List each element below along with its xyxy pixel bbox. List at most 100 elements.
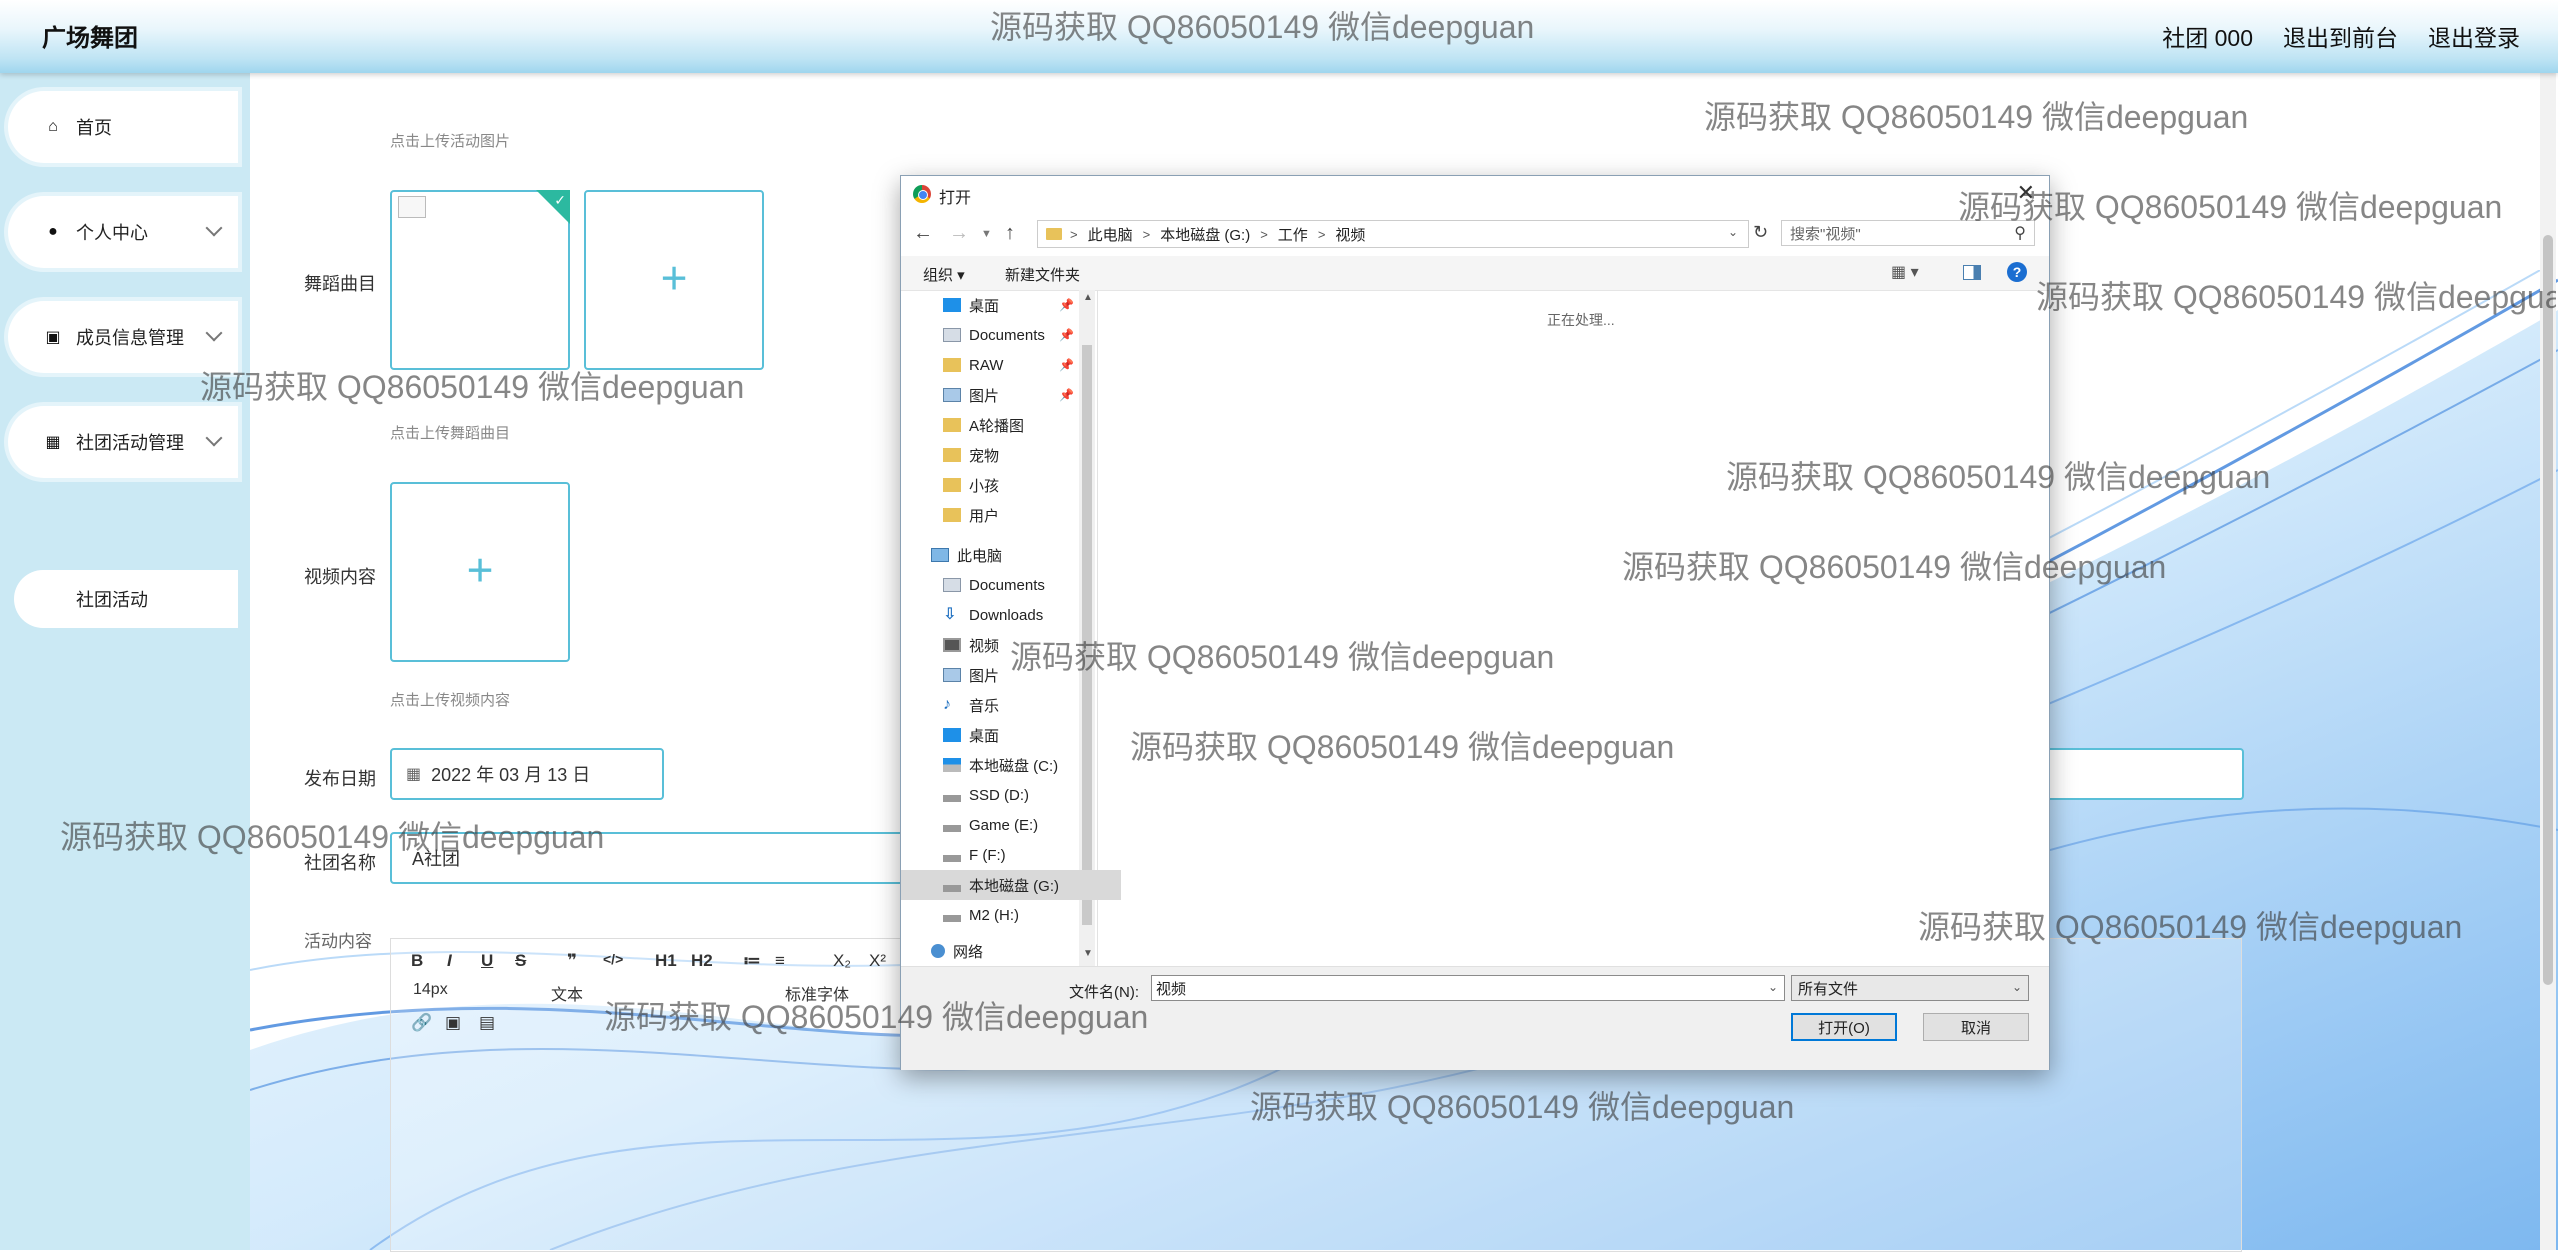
search-icon: ⚲ xyxy=(2014,225,2026,242)
dance-upload-add[interactable]: + xyxy=(584,190,764,370)
back-arrow-icon[interactable]: ← xyxy=(913,222,933,245)
dialog-title: 打开 xyxy=(939,190,972,207)
tree-item-drive-c[interactable]: 本地磁盘 (C:) xyxy=(901,750,1121,780)
filename-input[interactable]: 视频 ⌄ xyxy=(1151,975,1785,1001)
tree-item-carousel[interactable]: A轮播图 xyxy=(901,410,1121,440)
breadcrumb-segment[interactable]: 本地磁盘 (G:) xyxy=(1160,224,1250,245)
tree-item-this-pc[interactable]: 此电脑 xyxy=(901,540,1109,570)
refresh-icon[interactable]: ↻ xyxy=(1753,222,1768,243)
right-input[interactable] xyxy=(2040,748,2244,800)
folder-icon xyxy=(943,358,961,372)
tree-item-network[interactable]: 网络 xyxy=(901,936,1109,966)
code-button[interactable]: </> xyxy=(603,951,623,967)
link-icon[interactable]: 🔗 xyxy=(411,1013,432,1033)
dialog-titlebar: 打开 ✕ xyxy=(901,176,2049,212)
computer-icon xyxy=(931,548,949,562)
superscript-button[interactable]: X² xyxy=(869,951,886,971)
quote-button[interactable]: ❞ xyxy=(567,951,577,971)
tree-item-documents[interactable]: Documents 📌 xyxy=(901,320,1121,350)
open-button[interactable]: 打开(O) xyxy=(1791,1013,1897,1041)
folder-search-input[interactable]: 搜索"视频" ⚲ xyxy=(1781,220,2035,246)
font-family-select[interactable]: 标准字体 xyxy=(785,981,849,1005)
navigation-pane: ▲ ▼ 桌面 📌 Documents 📌 RAW 📌 图片 📌 A轮播图 宠物 小孩 用… xyxy=(901,290,1121,966)
cancel-button[interactable]: 取消 xyxy=(1923,1013,2029,1041)
breadcrumb-segment[interactable]: 工作 xyxy=(1278,224,1308,245)
h2-button[interactable]: H2 xyxy=(691,951,713,971)
close-icon[interactable]: ✕ xyxy=(2017,180,2035,206)
brand-title: 广场舞团 xyxy=(42,25,138,52)
forward-arrow-icon[interactable]: → xyxy=(949,222,969,245)
view-options-icon[interactable]: ▦ ▾ xyxy=(1891,262,1919,282)
up-arrow-icon[interactable]: ↑ xyxy=(1005,222,1015,245)
sidebar-item-members[interactable]: ▣ 成员信息管理 xyxy=(8,301,238,373)
breadcrumb-segment[interactable]: 视频 xyxy=(1335,224,1365,245)
bold-button[interactable]: B xyxy=(411,951,423,971)
tree-item-drive-f[interactable]: F (F:) xyxy=(901,840,1121,870)
ordered-list-button[interactable]: ≔ xyxy=(743,951,761,971)
underline-button[interactable]: U xyxy=(481,951,493,971)
header-logout-link[interactable]: 退出登录 xyxy=(2428,19,2520,53)
new-folder-button[interactable]: 新建文件夹 xyxy=(1005,264,1080,285)
bullet-list-button[interactable]: ≡ xyxy=(775,951,785,971)
tree-item-videos[interactable]: 视频 xyxy=(901,630,1121,660)
tree-item-drive-d[interactable]: SSD (D:) xyxy=(901,780,1121,810)
check-icon: ✓ xyxy=(554,192,566,208)
header-front-link[interactable]: 退出到前台 xyxy=(2283,19,2398,53)
tree-item-drive-h[interactable]: M2 (H:) xyxy=(901,900,1121,930)
tree-item-kids[interactable]: 小孩 xyxy=(901,470,1121,500)
date-input[interactable]: ▦ 2022 年 03 月 13 日 xyxy=(390,748,664,800)
club-name-input[interactable]: A社团 xyxy=(390,832,910,884)
activity-image-hint: 点击上传活动图片 xyxy=(390,133,511,150)
subscript-button[interactable]: X₂ xyxy=(833,951,851,971)
file-type-select[interactable]: 所有文件 ⌄ xyxy=(1791,975,2029,1001)
sidebar-item-label: 首页 xyxy=(76,118,112,138)
tree-item-pc-documents[interactable]: Documents xyxy=(901,570,1121,600)
video-upload-add[interactable]: + xyxy=(390,482,570,662)
address-bar[interactable]: > 此电脑 > 本地磁盘 (G:) > 工作 > 视频 ⌄ xyxy=(1037,220,1749,248)
sidebar-subitem-club-activity[interactable]: 社团活动 xyxy=(14,570,238,628)
search-placeholder: 搜索"视频" xyxy=(1790,225,1861,243)
tree-item-pc-desktop[interactable]: 桌面 xyxy=(901,720,1121,750)
page-scroll-thumb[interactable] xyxy=(2543,235,2553,985)
dance-upload-existing[interactable]: ✓ xyxy=(390,190,570,370)
sidebar-item-activities[interactable]: ▦ 社团活动管理 xyxy=(8,406,238,478)
tree-item-downloads[interactable]: ⇩ Downloads xyxy=(901,600,1121,630)
chevron-down-icon[interactable]: ⌄ xyxy=(1728,225,1738,239)
chevron-down-icon xyxy=(205,324,223,342)
tree-item-users[interactable]: 用户 xyxy=(901,500,1121,530)
tree-item-pictures[interactable]: 图片 xyxy=(901,660,1121,690)
organize-button[interactable]: 组织 ▾ xyxy=(923,264,965,285)
tree-item-pictures-pinned[interactable]: 图片 📌 xyxy=(901,380,1121,410)
calendar-icon: ▦ xyxy=(406,766,422,783)
video-label: 视频内容 xyxy=(304,567,376,587)
sidebar-item-home[interactable]: ⌂ 首页 xyxy=(8,91,238,163)
chevron-down-icon[interactable]: ⌄ xyxy=(1768,980,1778,994)
image-icon[interactable]: ▣ xyxy=(445,1013,461,1033)
strike-button[interactable]: S xyxy=(515,951,526,971)
tree-item-music[interactable]: ♪ 音乐 xyxy=(901,690,1121,720)
italic-button[interactable]: I xyxy=(447,951,452,971)
tree-item-drive-e[interactable]: Game (E:) xyxy=(901,810,1121,840)
tree-item-drive-g[interactable]: 本地磁盘 (G:) xyxy=(901,870,1121,900)
tree-item-raw[interactable]: RAW 📌 xyxy=(901,350,1121,380)
file-list-pane[interactable]: 正在处理... xyxy=(1097,290,2049,966)
user-icon: ● xyxy=(48,223,58,240)
pin-icon: 📌 xyxy=(1059,358,1074,372)
h1-button[interactable]: H1 xyxy=(655,951,677,971)
filename-label: 文件名(N): xyxy=(1069,984,1139,1001)
breadcrumb-segment[interactable]: 此电脑 xyxy=(1088,224,1133,245)
font-size-select[interactable]: 14px xyxy=(413,981,448,999)
tree-item-pets[interactable]: 宠物 xyxy=(901,440,1121,470)
video-hint: 点击上传视频内容 xyxy=(390,692,511,709)
document-icon xyxy=(943,328,961,342)
history-chevron-icon[interactable]: ▼ xyxy=(981,228,992,240)
text-style-select[interactable]: 文本 xyxy=(551,981,583,1005)
sidebar-item-personal[interactable]: ● 个人中心 xyxy=(8,196,238,268)
help-icon[interactable]: ? xyxy=(2007,262,2027,282)
folder-icon xyxy=(1046,228,1062,240)
preview-pane-icon[interactable] xyxy=(1963,265,1981,280)
club-name-value: A社团 xyxy=(412,849,461,869)
video-icon[interactable]: ▤ xyxy=(479,1013,495,1033)
header-user-link[interactable]: 社团 000 xyxy=(2162,19,2253,53)
tree-item-desktop[interactable]: 桌面 📌 xyxy=(901,290,1121,320)
